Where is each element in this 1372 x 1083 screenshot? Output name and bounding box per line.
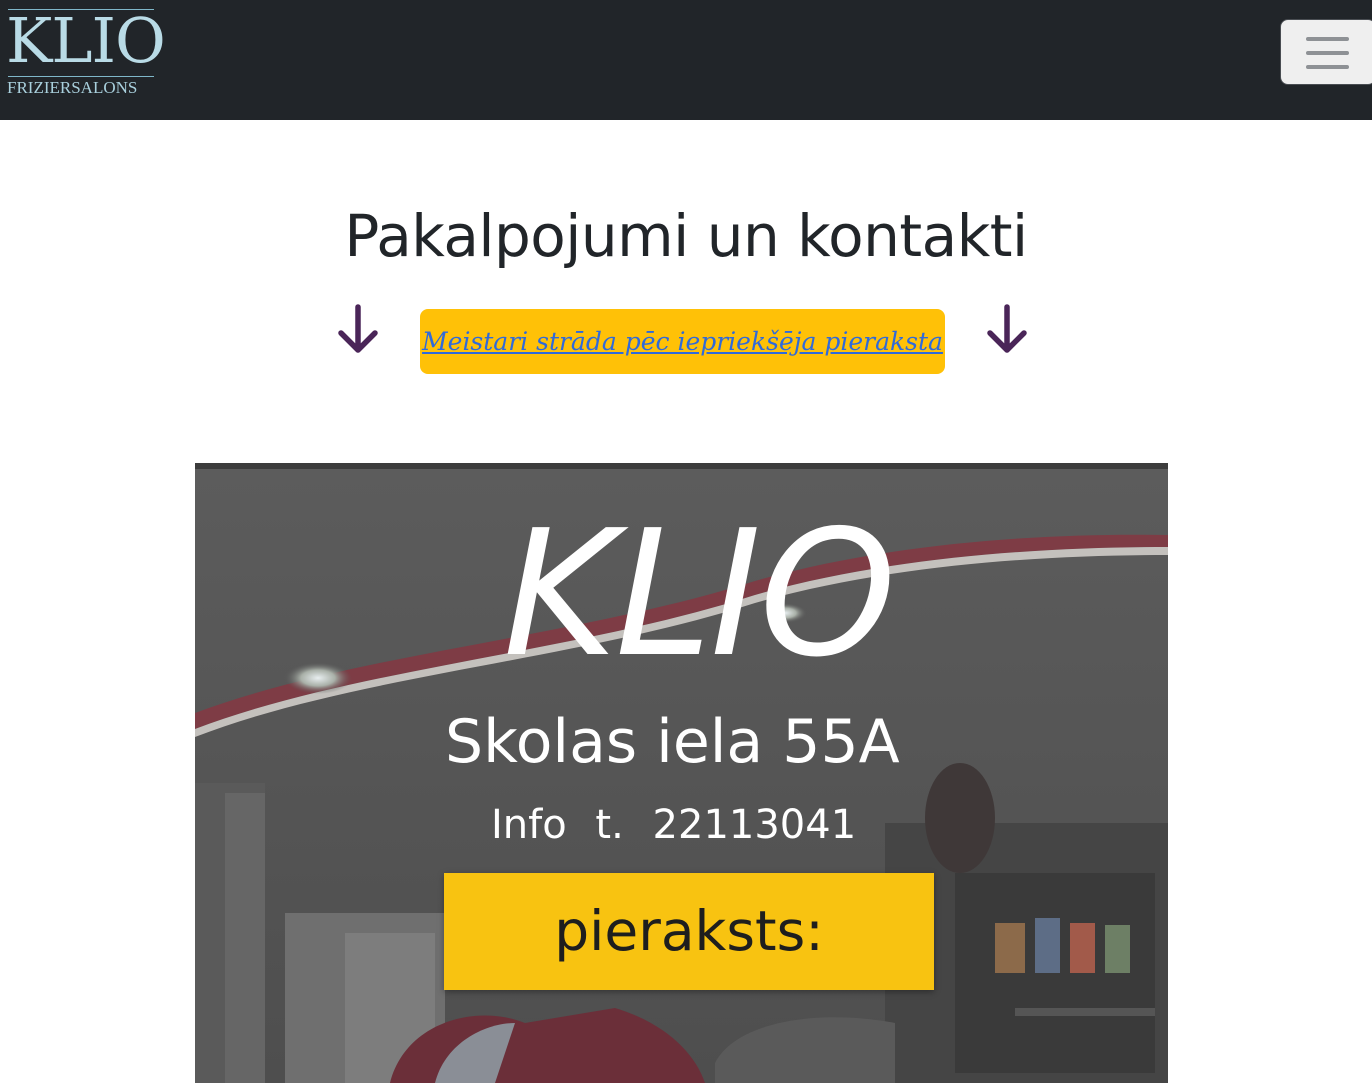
poster-salon-name: KLIO [503, 493, 896, 696]
appointment-notice: Meistari strāda pēc iepriekšēja pierakst… [420, 309, 945, 374]
navbar-toggle-button[interactable] [1280, 19, 1372, 85]
hamburger-menu-icon [1306, 37, 1349, 41]
poster-address: Skolas iela 55A [445, 707, 900, 777]
poster-booking-label: pieraksts: [554, 899, 824, 963]
hamburger-menu-icon [1306, 51, 1349, 55]
logo-rule-bottom [8, 76, 154, 77]
brand-subtitle: FRIZIERSALONS [7, 78, 138, 97]
poster-phone-label: Info t. [491, 802, 624, 848]
brand-logo[interactable]: KLIO FRIZIERSALONS [6, 6, 166, 102]
poster-phone-number: 22113041 [652, 802, 857, 848]
page-title: Pakalpojumi un kontakti [344, 202, 1028, 270]
brand-title: KLIO [6, 4, 166, 77]
arrow-down-icon [338, 304, 378, 353]
poster-booking-banner: pieraksts: [444, 873, 934, 990]
appointment-notice-link[interactable]: Meistari strāda pēc iepriekšēja pierakst… [422, 327, 943, 356]
arrow-down-icon [987, 304, 1027, 353]
navbar: KLIO FRIZIERSALONS [0, 0, 1372, 120]
poster-phone-line: Info t. 22113041 [491, 800, 856, 850]
salon-poster-image: KLIO Skolas iela 55A Info t. 22113041 pi… [195, 463, 1168, 1083]
hamburger-menu-icon [1306, 65, 1349, 69]
